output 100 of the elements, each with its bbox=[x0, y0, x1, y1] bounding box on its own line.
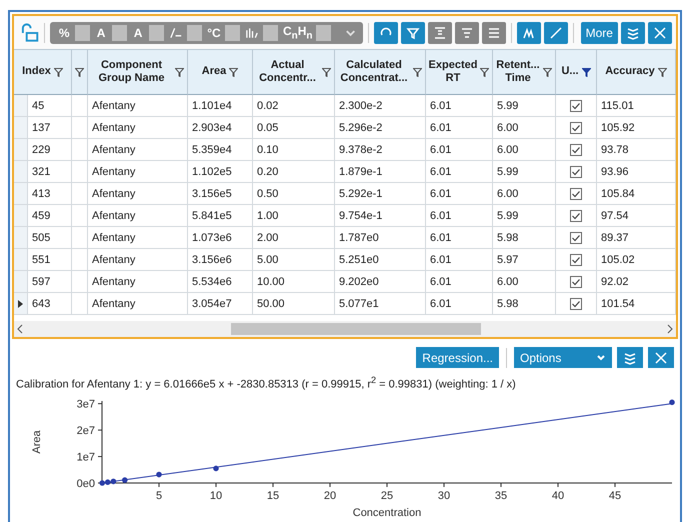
checkbox[interactable] bbox=[570, 210, 582, 222]
y-axis-label: Area bbox=[31, 430, 43, 454]
table-cell: Afentany bbox=[88, 117, 188, 139]
table-cell: 5.292e-1 bbox=[335, 183, 426, 205]
close-button[interactable] bbox=[648, 22, 672, 44]
filter-icon[interactable] bbox=[229, 68, 238, 76]
filter-icon[interactable] bbox=[582, 68, 591, 76]
format-swatch[interactable] bbox=[224, 25, 240, 41]
table-cell: 5.97 bbox=[493, 249, 556, 271]
table-cell: 3.156e5 bbox=[188, 183, 253, 205]
line-button[interactable] bbox=[544, 22, 568, 44]
scroll-right-icon[interactable] bbox=[667, 324, 673, 334]
scroll-left-icon[interactable] bbox=[17, 324, 23, 334]
table-cell: 6.00 bbox=[493, 139, 556, 161]
filter-icon[interactable] bbox=[54, 68, 63, 76]
horizontal-scrollbar[interactable] bbox=[14, 321, 676, 337]
table-cell: Afentany bbox=[88, 271, 188, 293]
layers-button[interactable] bbox=[620, 22, 645, 44]
table-cell: 321 bbox=[28, 161, 72, 183]
table-cell: 6.01 bbox=[426, 183, 493, 205]
filter-icon[interactable] bbox=[543, 68, 552, 76]
x-tick-label: 25 bbox=[380, 490, 394, 502]
column-header[interactable]: Actual Concentr... bbox=[256, 58, 319, 86]
column-header[interactable]: Area bbox=[202, 65, 226, 79]
table-cell: 45 bbox=[28, 95, 72, 117]
filter-icon[interactable] bbox=[658, 68, 667, 76]
table-cell: 89.37 bbox=[597, 227, 676, 249]
empty-cell bbox=[72, 293, 88, 315]
empty-cell bbox=[72, 161, 88, 183]
checkbox[interactable] bbox=[570, 276, 582, 288]
checkbox[interactable] bbox=[570, 232, 582, 244]
column-header[interactable]: Accuracy bbox=[605, 65, 655, 79]
filter-icon[interactable] bbox=[413, 68, 422, 76]
table-cell: 0.50 bbox=[253, 183, 335, 205]
checkbox[interactable] bbox=[570, 166, 582, 178]
table-cell: 137 bbox=[28, 117, 72, 139]
filter-icon[interactable] bbox=[322, 68, 331, 76]
more-button[interactable]: More bbox=[580, 22, 618, 44]
close-button[interactable] bbox=[648, 347, 674, 368]
table-cell: 5.296e-2 bbox=[335, 117, 426, 139]
column-header[interactable]: Expected RT bbox=[428, 58, 478, 86]
refresh-button[interactable] bbox=[374, 22, 398, 44]
layers-button[interactable] bbox=[617, 347, 643, 368]
table-cell: 6.01 bbox=[426, 205, 493, 227]
table-cell: 93.78 bbox=[597, 139, 676, 161]
column-header[interactable]: Calculated Concentrat... bbox=[338, 58, 410, 86]
align-top-button[interactable] bbox=[428, 22, 452, 44]
table-cell: 5.359e4 bbox=[188, 139, 253, 161]
table-cell: 6.00 bbox=[493, 271, 556, 293]
checkbox[interactable] bbox=[570, 254, 582, 266]
table-cell: 2.300e-2 bbox=[335, 95, 426, 117]
options-dropdown[interactable]: Options bbox=[514, 347, 612, 368]
unlocked-padlock-icon[interactable] bbox=[20, 23, 40, 43]
format-swatch[interactable] bbox=[149, 25, 164, 41]
filter-icon[interactable] bbox=[480, 68, 490, 76]
chevron-down-icon bbox=[596, 354, 606, 362]
format-swatch[interactable] bbox=[112, 25, 128, 41]
filter-icon bbox=[406, 26, 420, 40]
row-header[interactable] bbox=[14, 293, 28, 315]
table-cell: 0.02 bbox=[253, 95, 335, 117]
column-header[interactable]: U... bbox=[561, 65, 579, 79]
chevron-down-icon[interactable] bbox=[344, 28, 357, 38]
slash-icon bbox=[169, 27, 182, 39]
checkbox[interactable] bbox=[570, 100, 582, 112]
checkbox[interactable] bbox=[570, 298, 582, 310]
empty-cell bbox=[72, 117, 88, 139]
peak-button[interactable] bbox=[516, 22, 541, 44]
checkbox[interactable] bbox=[570, 188, 582, 200]
y-tick-label: 2e7 bbox=[76, 424, 95, 437]
filter-icon[interactable] bbox=[75, 68, 84, 76]
empty-cell bbox=[72, 271, 88, 293]
regression-button[interactable]: Regression... bbox=[416, 347, 499, 368]
filter-button[interactable] bbox=[400, 22, 425, 44]
column-header[interactable]: Index bbox=[22, 65, 51, 79]
table-cell: 505 bbox=[28, 227, 72, 249]
filter-icon[interactable] bbox=[175, 68, 184, 76]
checkbox[interactable] bbox=[570, 144, 582, 156]
align-justify-button[interactable] bbox=[482, 22, 506, 44]
column-header[interactable]: Retent... Time bbox=[496, 58, 540, 86]
table-cell: 101.54 bbox=[597, 293, 676, 315]
table-cell: 1.787e0 bbox=[335, 227, 426, 249]
format-swatch[interactable] bbox=[316, 25, 331, 41]
format-swatch[interactable] bbox=[75, 25, 90, 41]
y-tick-label: 0e0 bbox=[76, 478, 95, 490]
table-cell: 5.98 bbox=[493, 227, 556, 249]
bar-chart-icon bbox=[244, 27, 258, 39]
x-tick-label: 10 bbox=[210, 490, 222, 502]
format-swatch[interactable] bbox=[262, 25, 278, 41]
table-cell: 413 bbox=[28, 183, 72, 205]
checkbox[interactable] bbox=[570, 122, 582, 134]
table-cell: 115.01 bbox=[597, 95, 676, 117]
table-cell: 92.02 bbox=[597, 271, 676, 293]
column-header[interactable]: Component Group Name bbox=[91, 58, 172, 86]
table-cell: 643 bbox=[28, 293, 72, 315]
table-cell: 0.20 bbox=[253, 161, 335, 183]
table-cell: 5.98 bbox=[493, 293, 556, 315]
align-middle-button[interactable] bbox=[454, 22, 479, 44]
table-cell: 9.202e0 bbox=[335, 271, 426, 293]
format-swatch[interactable] bbox=[187, 25, 202, 41]
scrollbar-thumb[interactable] bbox=[231, 323, 481, 335]
